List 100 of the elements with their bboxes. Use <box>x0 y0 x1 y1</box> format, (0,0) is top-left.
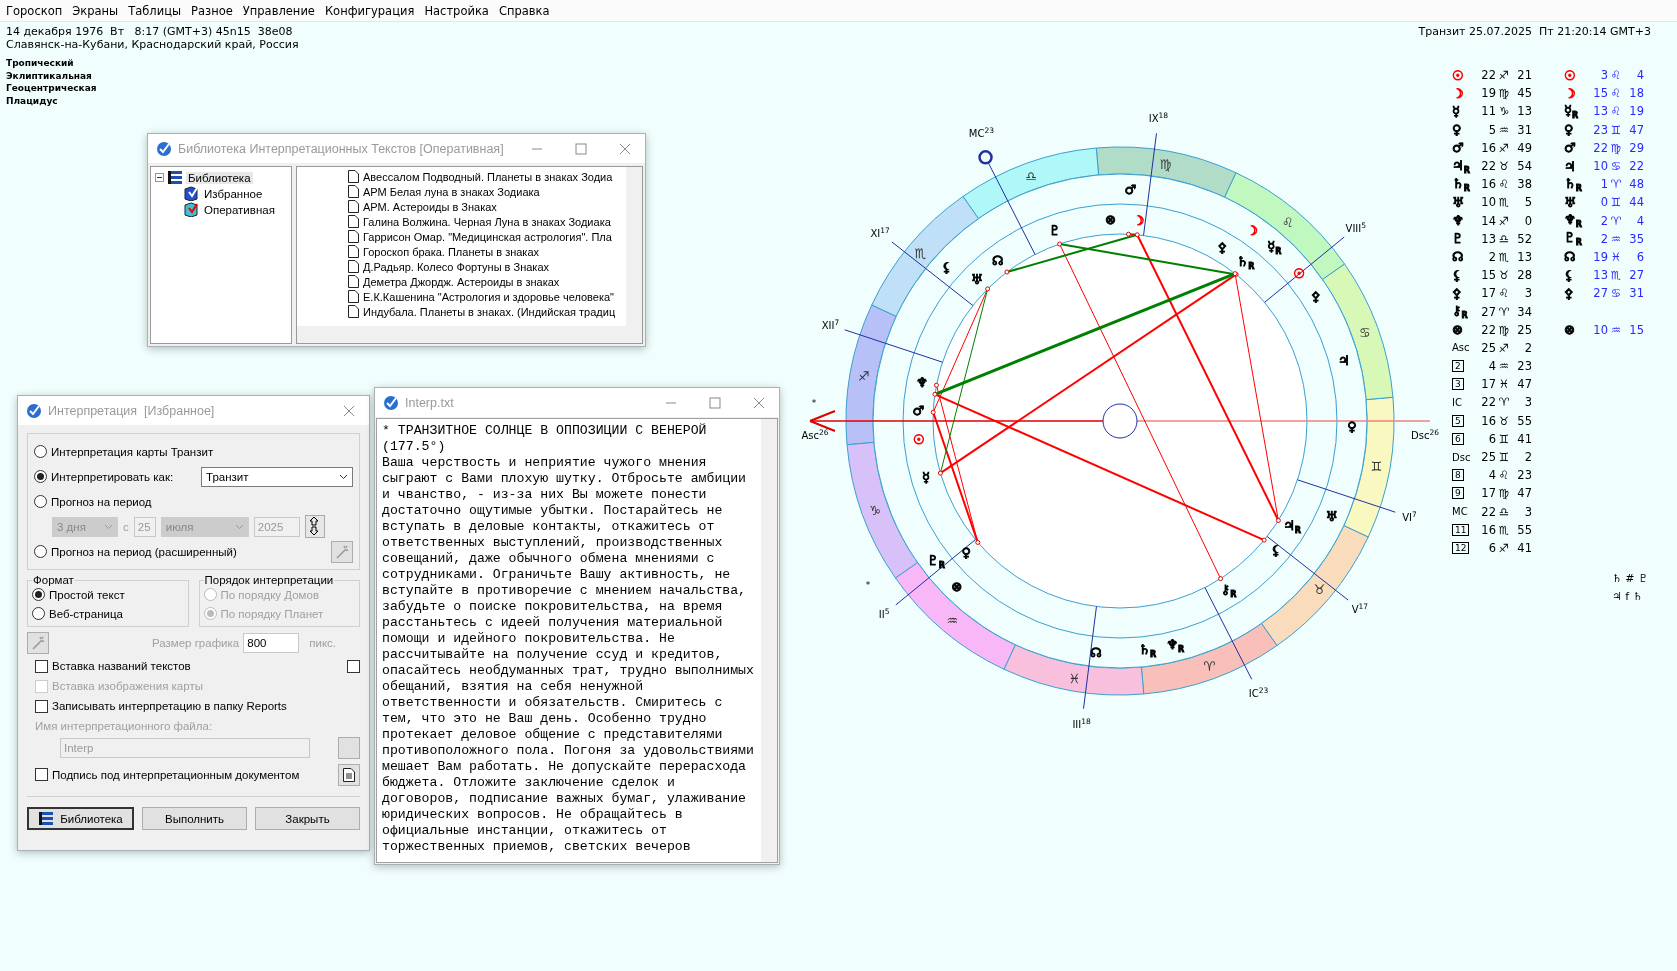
planet-glyph: ♇$_{R}$ <box>927 554 945 571</box>
checkbox[interactable] <box>35 768 48 781</box>
list-item[interactable]: Гороскоп брака. Планеты в знаках <box>363 245 540 258</box>
text-line: опасайтесь необдуманных трат, трудно выполнимых <box>382 663 755 679</box>
center-circle <box>1102 403 1138 439</box>
sign-glyph: ♉ <box>1497 268 1511 283</box>
scrollbar[interactable] <box>761 419 777 862</box>
dialog-button[interactable]: Выполнить <box>142 807 247 830</box>
degree-cell-text: 22 <box>1480 322 1496 337</box>
planet-glyph: ☽ <box>1452 85 1465 101</box>
sign-glyph: ♈ <box>1609 213 1623 228</box>
text-line: расстаньтесь с идеей получения материальной <box>382 615 724 631</box>
radio-button[interactable] <box>34 545 47 558</box>
angle-label: IC <box>1452 396 1463 408</box>
list-item[interactable]: Авессалом Подводный. Планеты в знаках Зодиа <box>363 170 613 183</box>
wand-button[interactable] <box>27 631 49 654</box>
zodiac-glyph: ♊ <box>1370 459 1383 473</box>
degree-cell-text: 15 <box>1480 268 1496 283</box>
sign-glyph: ♌ <box>1609 86 1623 101</box>
minute-cell-text: 35 <box>1628 231 1644 246</box>
menu-item[interactable]: Гороскоп <box>2 3 69 18</box>
planet-glyph: ♆ <box>1452 213 1465 229</box>
checkbox-label[interactable]: Вставка названий текстов <box>52 660 191 672</box>
app-icon <box>26 402 42 419</box>
radio-label[interactable]: Простой текст <box>49 588 125 601</box>
tree-item[interactable]: Библиотека <box>186 171 253 184</box>
minute-cell-text: 0 <box>1523 213 1532 228</box>
checkbox[interactable] <box>35 699 48 713</box>
menu-item[interactable]: Управление <box>238 3 321 18</box>
stack-icon <box>38 810 55 827</box>
wand-button[interactable] <box>331 540 353 563</box>
text-line: сотрудниками. Ограничьте Вашу активность, не <box>382 567 732 583</box>
list-item[interactable]: АРМ Белая луна в знаках Зодиака <box>363 185 540 198</box>
spin-button[interactable] <box>304 515 325 538</box>
radio-label[interactable]: Прогноз на период (расширенный) <box>51 545 237 558</box>
menu-item[interactable]: Разное <box>187 3 239 18</box>
list-item[interactable]: Индубала. Планеты в знаках. (Индийская традиц <box>363 305 616 318</box>
degree-cell-text: 22 <box>1480 504 1496 519</box>
menu-item[interactable]: Справка <box>494 3 556 18</box>
checkbox-label[interactable]: Записывать интерпретацию в папку Reports <box>52 700 287 712</box>
menu-item[interactable]: Таблицы <box>124 3 188 18</box>
tree-item[interactable]: Оперативная <box>202 203 277 216</box>
collapse-icon[interactable] <box>155 173 164 182</box>
chevron-icon <box>234 523 244 530</box>
planet-glyph: ⚸ <box>1270 543 1281 557</box>
degree-cell-text: 6 <box>1487 431 1496 446</box>
minute-cell-text: 18 <box>1628 86 1644 101</box>
checkbox-label[interactable]: Подпись под интерпретационным документом <box>52 768 300 781</box>
maximize-icon[interactable] <box>709 396 721 409</box>
document-button[interactable] <box>338 763 360 786</box>
list-item[interactable]: Гаррисон Омар. "Медицинская астрология". Пла <box>363 230 612 243</box>
dialog-button[interactable]: Закрыть <box>255 807 360 830</box>
scrollbar[interactable] <box>626 167 642 326</box>
close-icon[interactable] <box>343 404 355 417</box>
close-icon[interactable] <box>619 142 631 155</box>
text-line: * ТРАНЗИТНОЕ СОЛНЦЕ В ОППОЗИЦИИ С ВЕНЕРОЙ <box>382 423 708 439</box>
planet-glyph: ☉ <box>1452 67 1465 83</box>
minute-cell-text: 55 <box>1516 413 1532 428</box>
menu-item[interactable]: Настройка <box>420 3 495 18</box>
list-item[interactable]: Е.К.Кашенина "Астрология и здоровье человека" <box>363 290 614 303</box>
degree-cell-text: 22 <box>1480 159 1496 174</box>
radio-label[interactable]: Веб-страница <box>49 607 123 620</box>
radio-button[interactable] <box>32 588 45 601</box>
zodiac-glyph: ♎ <box>1025 169 1037 183</box>
list-item[interactable]: Деметра Джордж. Астероиды в знаках <box>363 275 560 288</box>
close-icon[interactable] <box>753 396 765 409</box>
menu-item[interactable]: Конфигурация <box>320 3 421 18</box>
checkbox[interactable] <box>347 659 360 673</box>
degree-cell-text: 11 <box>1480 104 1496 119</box>
size-field[interactable]: 800 <box>243 632 300 653</box>
list-item[interactable]: АРМ. Астероиды в Знаках <box>363 200 497 213</box>
scrollbar[interactable] <box>297 326 642 343</box>
text-line: (177.5°) <box>382 439 447 455</box>
radio-label[interactable]: Интерпретация карты Транзит <box>51 445 214 458</box>
document-icon <box>343 767 355 782</box>
radio-button[interactable] <box>34 470 47 483</box>
radio-label[interactable]: Интерпретировать как: <box>51 470 174 483</box>
menu-item[interactable]: Экраны <box>68 3 125 18</box>
radio-button[interactable] <box>34 445 47 458</box>
sign-glyph: ♒ <box>1609 322 1623 337</box>
type-dropdown[interactable]: Транзит <box>201 466 353 487</box>
list-item[interactable]: Галина Волжина. Черная Луна в знаках Зодиака <box>363 215 611 228</box>
degree-cell-text: 22 <box>1480 395 1496 410</box>
minute-cell-text: 28 <box>1516 268 1532 283</box>
radio-button[interactable] <box>32 607 45 620</box>
list-item[interactable]: Д.Радьяр. Колесо Фортуны в Знаках <box>363 260 549 273</box>
maximize-icon[interactable] <box>575 142 587 155</box>
minute-cell-text: 15 <box>1628 322 1644 337</box>
document-icon <box>348 290 359 303</box>
house-label: IC$^{23}$ <box>1248 686 1269 699</box>
radio-button[interactable] <box>34 495 47 508</box>
sign-glyph: ♎ <box>1497 231 1511 246</box>
house-label: VIII$^{5}$ <box>1345 221 1366 234</box>
dialog-button[interactable]: Библиотека <box>27 807 134 830</box>
radio-label[interactable]: Прогноз на период <box>51 495 152 508</box>
degree-cell-text: 10 <box>1480 195 1496 210</box>
zodiac-glyph: ♉ <box>1313 582 1326 596</box>
planet-glyph: ♂ <box>912 403 925 417</box>
checkbox[interactable] <box>35 659 48 673</box>
tree-item[interactable]: Избранное <box>202 187 265 200</box>
